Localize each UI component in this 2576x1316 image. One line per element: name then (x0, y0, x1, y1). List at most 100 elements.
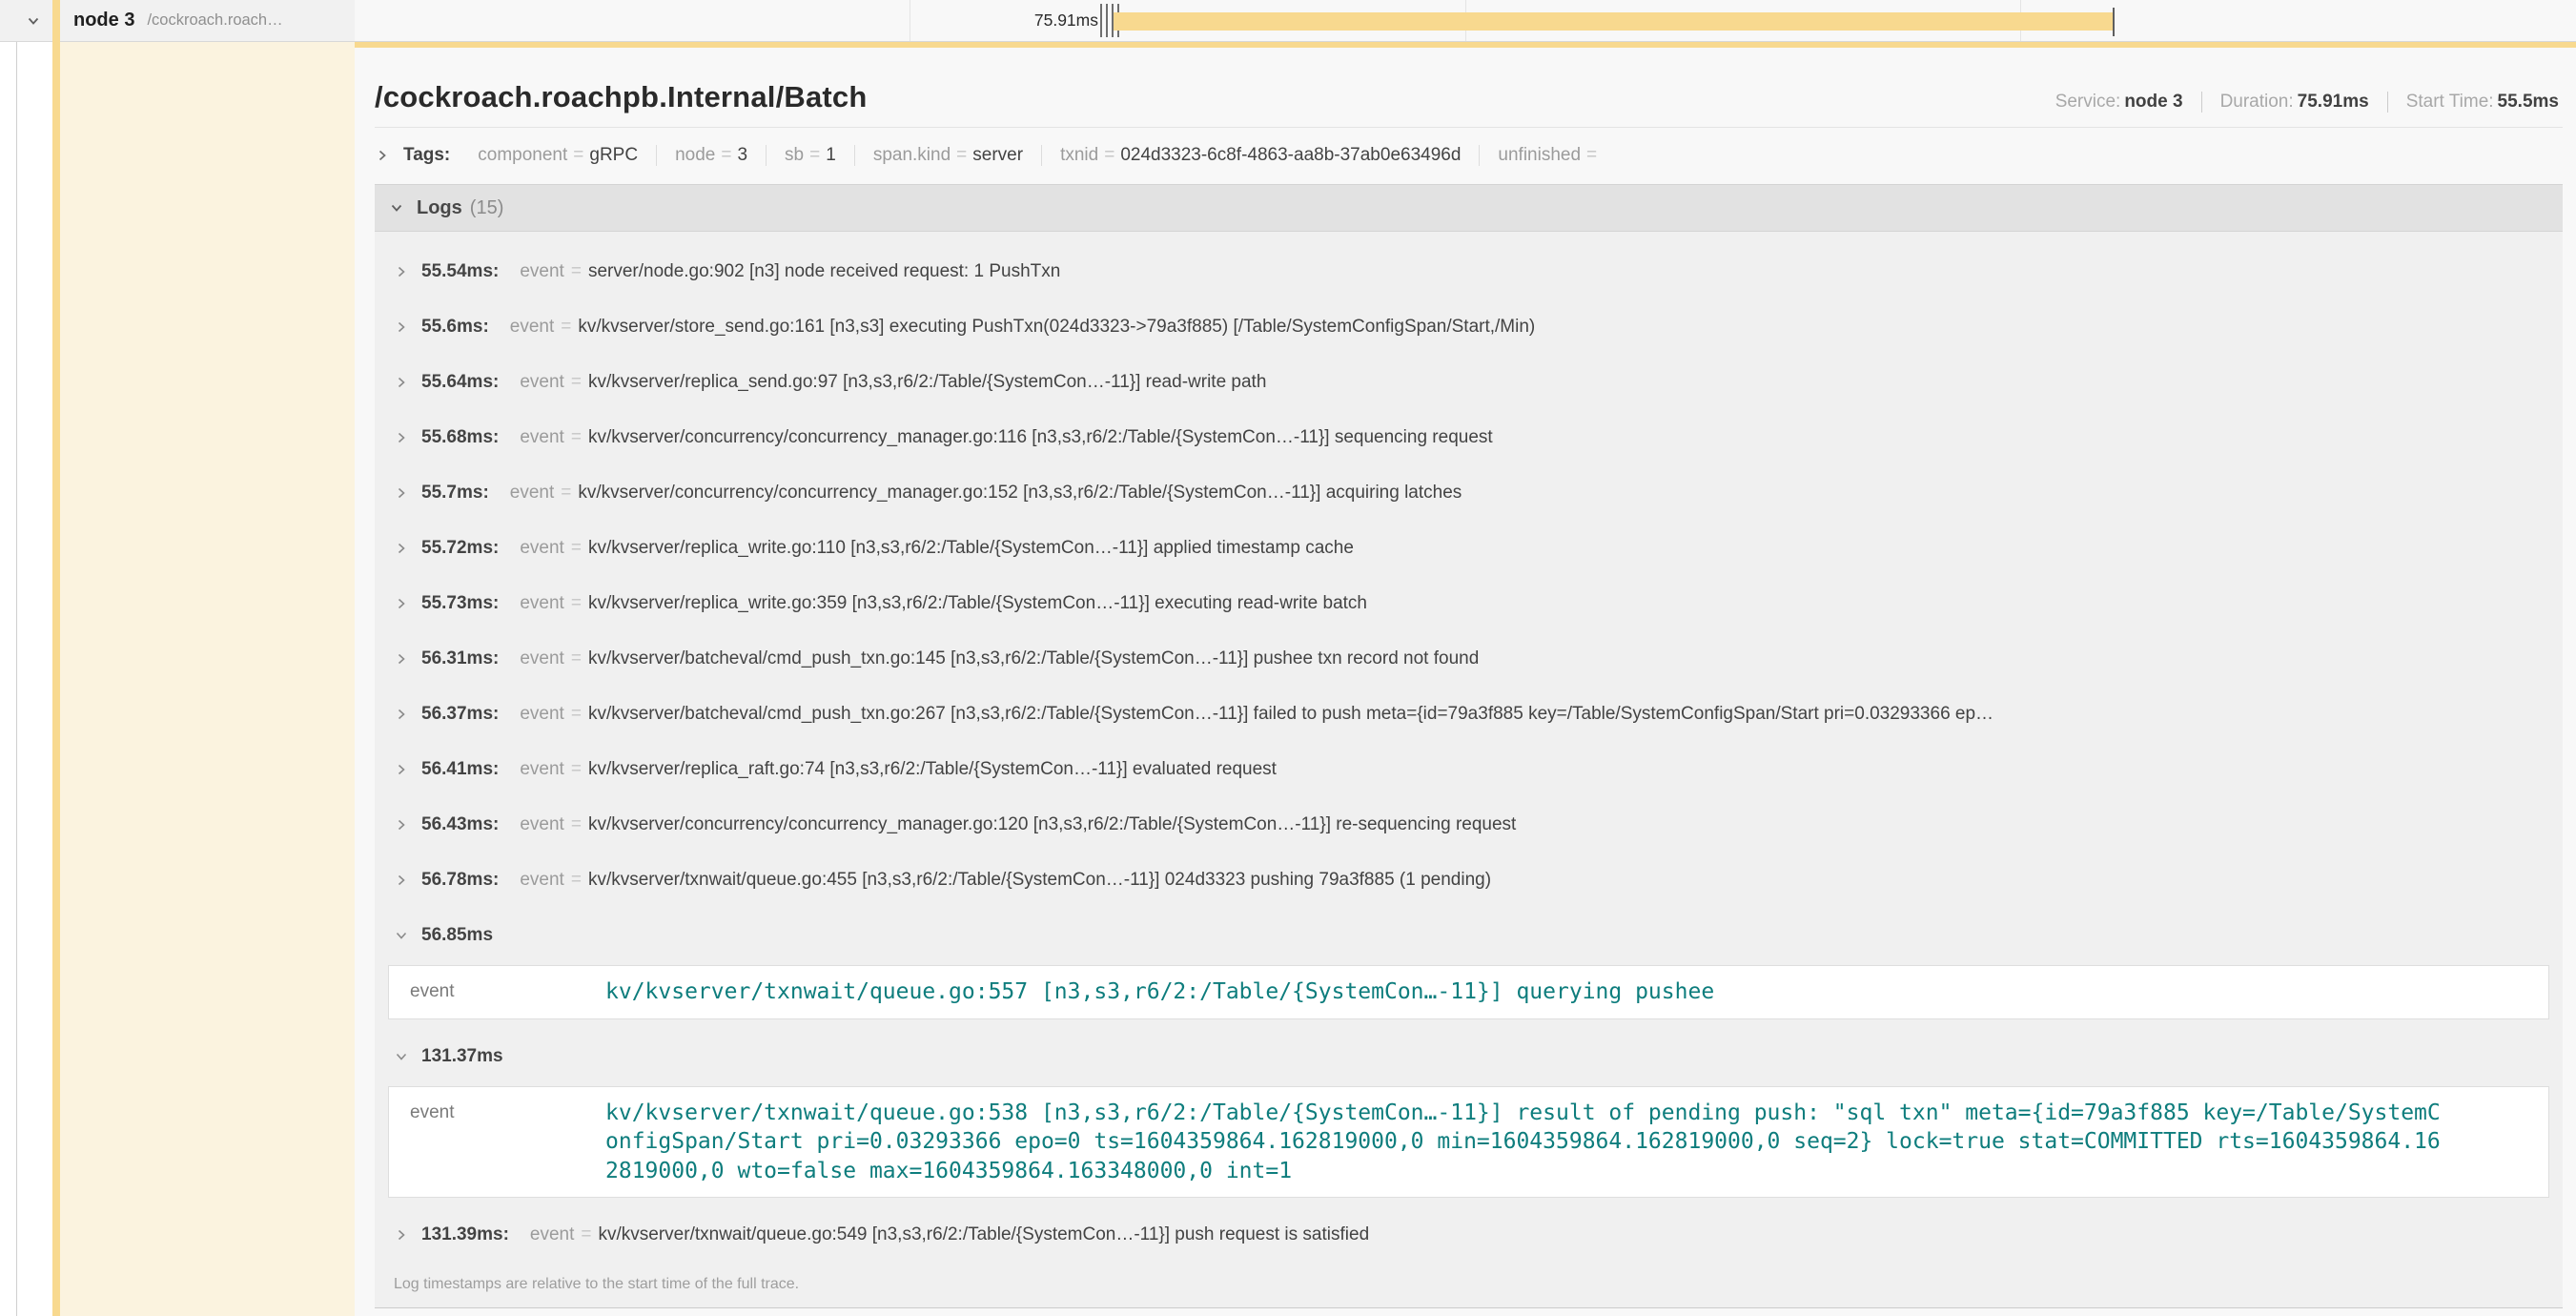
chevron-down-icon[interactable] (26, 13, 41, 29)
log-value: kv/kvserver/store_send.go:161 [n3,s3] ex… (578, 317, 1535, 338)
log-entry-expanded-header[interactable]: 131.37ms (380, 1029, 2557, 1084)
log-key: event (520, 704, 563, 725)
log-timestamp: 55.72ms: (421, 538, 499, 559)
log-value: kv/kvserver/concurrency/concurrency_mana… (588, 814, 1516, 835)
log-entry[interactable]: 56.31ms: event = kv/kvserver/batcheval/c… (380, 631, 2557, 687)
log-field-key: event (410, 977, 605, 1002)
meta-duration: Duration:75.91ms (2201, 92, 2369, 113)
log-timestamp: 56.31ms: (421, 648, 499, 669)
chevron-right-icon (394, 707, 409, 722)
chevron-down-icon[interactable] (389, 200, 404, 216)
tag-key: sb (785, 145, 804, 165)
log-entry[interactable]: 55.54ms: event = server/node.go:902 [n3]… (380, 244, 2557, 299)
chevron-right-icon (394, 873, 409, 888)
log-value: kv/kvserver/replica_write.go:359 [n3,s3,… (588, 593, 1367, 614)
tree-guide-line (16, 0, 17, 1316)
equals-sign: = (951, 145, 972, 165)
equals-sign: = (571, 427, 582, 448)
log-key: event (520, 372, 563, 393)
tags-row[interactable]: Tags: component=gRPC node=3 sb=1 span.ki… (375, 128, 2563, 179)
log-key: event (510, 483, 554, 504)
chevron-right-icon[interactable] (375, 148, 390, 163)
log-value: kv/kvserver/batcheval/cmd_push_txn.go:14… (588, 648, 1479, 669)
chevron-right-icon (394, 651, 409, 667)
log-entry[interactable]: 131.39ms: event = kv/kvserver/txnwait/qu… (380, 1207, 2557, 1263)
equals-sign: = (581, 1224, 591, 1245)
log-entry[interactable]: 55.6ms: event = kv/kvserver/store_send.g… (380, 299, 2557, 355)
log-entry[interactable]: 56.41ms: event = kv/kvserver/replica_raf… (380, 742, 2557, 797)
span-accent-bar (52, 0, 60, 1316)
log-field-key: event (410, 1099, 605, 1123)
timeline-cell[interactable]: 75.91ms (355, 0, 2576, 41)
log-timestamp: 131.37ms (421, 1046, 503, 1067)
equals-sign: = (571, 704, 582, 725)
span-row[interactable]: node 3 /cockroach.roach… 75.91ms (0, 0, 2576, 42)
span-service-name: node 3 (73, 10, 134, 31)
log-timestamp: 55.54ms: (421, 261, 499, 282)
equals-sign: = (571, 593, 582, 614)
log-entry[interactable]: 56.37ms: event = kv/kvserver/batcheval/c… (380, 687, 2557, 742)
tag-value: 1 (826, 145, 836, 165)
meta-service: Service:node 3 (2055, 92, 2183, 113)
meta-value: 55.5ms (2498, 92, 2559, 112)
span-detail-header: /cockroach.roachpb.Internal/Batch Servic… (375, 48, 2563, 128)
tag-value: gRPC (589, 145, 638, 165)
tag-key: node (675, 145, 715, 165)
meta-start-time: Start Time:55.5ms (2387, 92, 2559, 113)
equals-sign: = (1581, 145, 1603, 165)
log-value: kv/kvserver/concurrency/concurrency_mana… (578, 483, 1462, 504)
tag-key: txnid (1060, 145, 1098, 165)
equals-sign: = (561, 317, 571, 338)
meta-label: Service: (2055, 92, 2121, 112)
log-entry[interactable]: 55.64ms: event = kv/kvserver/replica_sen… (380, 355, 2557, 410)
equals-sign: = (715, 145, 737, 165)
log-key: event (520, 814, 563, 835)
log-key: event (520, 538, 563, 559)
chevron-right-icon (394, 430, 409, 445)
log-key: event (520, 261, 563, 282)
log-field-value: kv/kvserver/txnwait/queue.go:538 [n3,s3,… (605, 1099, 2441, 1186)
log-key: event (520, 648, 563, 669)
log-timestamp: 55.68ms: (421, 427, 499, 448)
log-timestamp: 55.73ms: (421, 593, 499, 614)
chevron-down-icon (394, 928, 409, 943)
log-key: event (520, 759, 563, 780)
span-operation-name: /cockroach.roach… (147, 11, 282, 30)
equals-sign: = (561, 483, 571, 504)
chevron-right-icon (394, 319, 409, 335)
tag-value: 3 (737, 145, 747, 165)
log-timestamp: 55.7ms: (421, 483, 489, 504)
meta-label: Duration: (2220, 92, 2294, 112)
tag-pair: sb=1 (766, 145, 854, 166)
log-entry[interactable]: 56.78ms: event = kv/kvserver/txnwait/que… (380, 853, 2557, 908)
log-entry[interactable]: 55.68ms: event = kv/kvserver/concurrency… (380, 410, 2557, 465)
span-detail-panel: /cockroach.roachpb.Internal/Batch Servic… (355, 42, 2576, 1316)
log-timestamp: 56.43ms: (421, 814, 499, 835)
logs-header[interactable]: Logs (15) (375, 184, 2563, 232)
chevron-right-icon (394, 762, 409, 777)
span-detail-title: /cockroach.roachpb.Internal/Batch (375, 80, 868, 114)
meta-label: Start Time: (2406, 92, 2494, 112)
log-key: event (520, 870, 563, 891)
logs-body: 55.54ms: event = server/node.go:902 [n3]… (375, 232, 2563, 1308)
log-field-value: kv/kvserver/txnwait/queue.go:557 [n3,s3,… (605, 977, 1714, 1007)
log-entry-expanded-header[interactable]: 56.85ms (380, 908, 2557, 963)
meta-value: 75.91ms (2298, 92, 2369, 112)
log-entry[interactable]: 55.72ms: event = kv/kvserver/replica_wri… (380, 521, 2557, 576)
log-entry[interactable]: 55.73ms: event = kv/kvserver/replica_wri… (380, 576, 2557, 631)
log-value: kv/kvserver/replica_raft.go:74 [n3,s3,r6… (588, 759, 1277, 780)
tag-pair: component=gRPC (460, 145, 656, 166)
logs-title: Logs (417, 197, 462, 219)
equals-sign: = (571, 372, 582, 393)
span-duration-label: 75.91ms (908, 0, 1098, 41)
equals-sign: = (571, 261, 582, 282)
span-bar[interactable] (1114, 12, 2115, 31)
chevron-right-icon (394, 264, 409, 279)
log-entry[interactable]: 56.43ms: event = kv/kvserver/concurrency… (380, 797, 2557, 853)
logs-footer: Log timestamps are relative to the start… (380, 1263, 2557, 1307)
chevron-right-icon (394, 1227, 409, 1243)
tag-key: unfinished (1498, 145, 1581, 165)
log-value: kv/kvserver/batcheval/cmd_push_txn.go:26… (588, 704, 1993, 725)
equals-sign: = (571, 648, 582, 669)
log-entry[interactable]: 55.7ms: event = kv/kvserver/concurrency/… (380, 465, 2557, 521)
